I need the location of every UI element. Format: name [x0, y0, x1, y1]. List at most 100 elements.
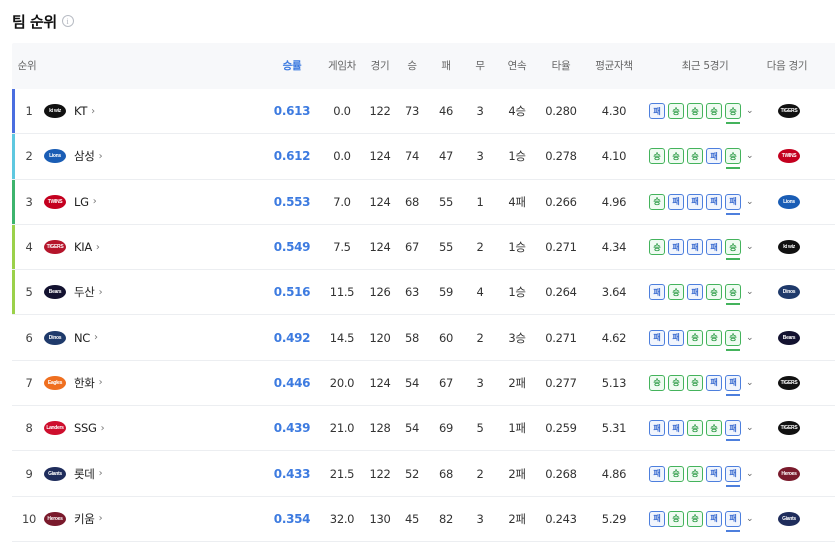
team-link[interactable]: kt wiz KT › — [44, 89, 124, 133]
next-game[interactable]: TIGERS — [767, 89, 811, 133]
table-header: 순위 승률 게임차 경기 승 패 무 연속 타율 평균자책 최근 5경기 다음 … — [12, 43, 835, 89]
next-game[interactable]: TWINS — [767, 134, 811, 178]
col-games[interactable]: 경기 — [364, 43, 396, 89]
col-winrate[interactable]: 승률 — [274, 43, 310, 89]
recent-game-badge: 패 — [706, 148, 722, 165]
rank-cell: 4 — [25, 240, 33, 255]
chevron-down-icon[interactable]: ⌄ — [746, 197, 754, 207]
d-cell: 2 — [476, 240, 484, 255]
chevron-down-icon[interactable]: ⌄ — [746, 423, 754, 433]
col-wins[interactable]: 승 — [398, 43, 426, 89]
col-era[interactable]: 평균자책 — [589, 43, 639, 89]
col-losses[interactable]: 패 — [432, 43, 460, 89]
recent-5-games[interactable]: 패 승 승 패 패 ⌄ — [649, 497, 759, 541]
team-logo: Lions — [44, 149, 66, 164]
next-game[interactable]: Dinos — [767, 270, 811, 314]
team-link[interactable]: TIGERS KIA › — [44, 225, 124, 269]
team-link[interactable]: Lions 삼성 › — [44, 134, 124, 178]
team-link[interactable]: Bears 두산 › — [44, 270, 124, 314]
streak-cell: 4패 — [508, 194, 526, 209]
games-cell: 124 — [369, 194, 391, 209]
recent-5-games[interactable]: 패 패 승 승 패 ⌄ — [649, 406, 759, 450]
chevron-down-icon[interactable]: ⌄ — [746, 151, 754, 161]
recent-game-badge: 승 — [649, 193, 665, 210]
l-cell: 59 — [438, 285, 454, 300]
avg-cell: 0.268 — [545, 466, 577, 481]
l-cell: 82 — [438, 511, 454, 526]
recent-5-games[interactable]: 패 승 승 승 승 ⌄ — [649, 89, 759, 133]
chevron-down-icon[interactable]: ⌄ — [746, 378, 754, 388]
chevron-down-icon[interactable]: ⌄ — [746, 469, 754, 479]
recent-game-badge: 승 — [687, 103, 703, 120]
next-game[interactable]: TIGERS — [767, 406, 811, 450]
d-cell: 4 — [476, 285, 484, 300]
d-cell: 1 — [476, 194, 484, 209]
recent-game-badge: 승 — [687, 510, 703, 527]
col-batting-avg[interactable]: 타율 — [542, 43, 580, 89]
winrate-cell: 0.433 — [273, 466, 311, 481]
table-row: 10 Heroes 키움 › 0.354 32.0 130 45 82 3 2패 0.243 5… — [12, 497, 835, 542]
col-games-behind[interactable]: 게임차 — [322, 43, 362, 89]
rank-cell: 2 — [25, 149, 33, 164]
recent-game-badge: 승 — [687, 148, 703, 165]
recent-5-games[interactable]: 승 승 승 패 승 ⌄ — [649, 134, 759, 178]
recent-game-badge: 패 — [649, 465, 665, 482]
recent-game-badge: 패 — [725, 374, 741, 396]
col-draws[interactable]: 무 — [466, 43, 494, 89]
d-cell: 3 — [476, 104, 484, 119]
recent-5-games[interactable]: 승 패 패 패 패 ⌄ — [649, 180, 759, 224]
team-link[interactable]: Dinos NC › — [44, 315, 124, 359]
next-game[interactable]: kt wiz — [767, 225, 811, 269]
chevron-down-icon[interactable]: ⌄ — [746, 242, 754, 252]
next-opponent-logo: Giants — [778, 511, 800, 526]
next-game[interactable]: Lions — [767, 180, 811, 224]
w-cell: 54 — [404, 421, 420, 436]
gb-cell: 7.0 — [333, 194, 351, 209]
team-link[interactable]: Heroes 키움 › — [44, 497, 124, 541]
chevron-right-icon: › — [98, 150, 103, 162]
w-cell: 54 — [404, 375, 420, 390]
era-cell: 5.31 — [601, 421, 627, 436]
team-logo: Dinos — [44, 330, 66, 345]
chevron-down-icon[interactable]: ⌄ — [746, 106, 754, 116]
gb-cell: 0.0 — [333, 149, 351, 164]
next-game[interactable]: Heroes — [767, 451, 811, 495]
recent-5-games[interactable]: 패 승 승 패 패 ⌄ — [649, 451, 759, 495]
table-body: 1 kt wiz KT › 0.613 0.0 122 73 46 3 4승 0.280 4.3… — [12, 89, 835, 542]
recent-5-games[interactable]: 승 승 승 패 패 ⌄ — [649, 361, 759, 405]
next-game[interactable]: TIGERS — [767, 361, 811, 405]
team-name: 두산 — [74, 285, 95, 300]
col-rank: 순위 — [17, 60, 37, 72]
d-cell: 2 — [476, 466, 484, 481]
d-cell: 3 — [476, 375, 484, 390]
chevron-down-icon[interactable]: ⌄ — [746, 333, 754, 343]
team-link[interactable]: TWINS LG › — [44, 180, 124, 224]
era-cell: 4.96 — [601, 194, 627, 209]
chevron-down-icon[interactable]: ⌄ — [746, 514, 754, 524]
next-game[interactable]: Bears — [767, 315, 811, 359]
chevron-down-icon[interactable]: ⌄ — [746, 287, 754, 297]
info-icon[interactable]: i — [61, 15, 74, 27]
recent-game-badge: 패 — [668, 420, 684, 437]
w-cell: 68 — [404, 194, 420, 209]
avg-cell: 0.259 — [545, 421, 577, 436]
gb-cell: 14.5 — [329, 330, 355, 345]
w-cell: 58 — [404, 330, 420, 345]
col-streak[interactable]: 연속 — [500, 43, 534, 89]
team-link[interactable]: Giants 롯데 › — [44, 451, 124, 495]
recent-5-games[interactable]: 패 패 승 승 승 ⌄ — [649, 315, 759, 359]
table-row: 3 TWINS LG › 0.553 7.0 124 68 55 1 4패 0.266 4.96… — [12, 179, 835, 225]
recent-game-badge: 승 — [668, 284, 684, 301]
era-cell: 5.13 — [601, 375, 627, 390]
avg-cell: 0.271 — [545, 330, 577, 345]
table-row: 8 Landers SSG › 0.439 21.0 128 54 69 5 1패 0.259… — [12, 406, 835, 452]
recent-5-games[interactable]: 패 승 패 승 승 ⌄ — [649, 270, 759, 314]
recent-5-games[interactable]: 승 패 패 패 승 ⌄ — [649, 225, 759, 269]
next-game[interactable]: Giants — [767, 497, 811, 541]
team-link[interactable]: Eagles 한화 › — [44, 361, 124, 405]
recent-game-badge: 승 — [706, 329, 722, 346]
w-cell: 45 — [404, 511, 420, 526]
avg-cell: 0.277 — [545, 375, 577, 390]
team-link[interactable]: Landers SSG › — [44, 406, 124, 450]
winrate-cell: 0.549 — [273, 240, 311, 255]
